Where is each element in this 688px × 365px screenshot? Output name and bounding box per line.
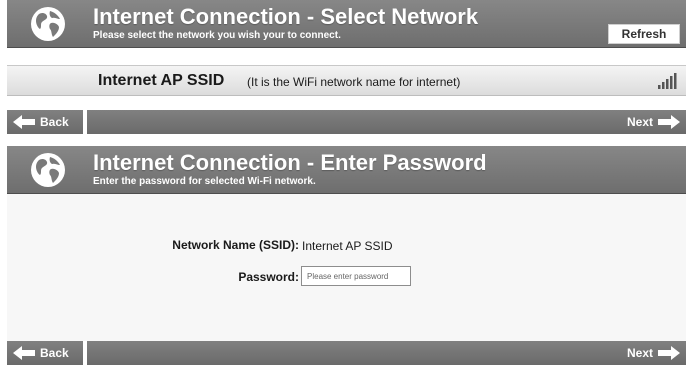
back-label: Back [40, 346, 69, 360]
password-form: Network Name (SSID): Internet AP SSID Pa… [7, 194, 686, 341]
next-label: Next [626, 115, 653, 129]
enter-password-panel: Internet Connection - Enter Password Ent… [7, 146, 686, 365]
arrow-right-icon [658, 346, 680, 360]
network-list: Internet AP SSID (It is the WiFi network… [7, 48, 686, 110]
next-button[interactable]: Next [627, 110, 680, 134]
page-subtitle: Enter the password for selected Wi-Fi ne… [93, 176, 316, 187]
arrow-left-icon [13, 346, 35, 360]
ssid-label: Network Name (SSID): [172, 238, 299, 252]
page-title: Internet Connection - Select Network [93, 4, 479, 29]
back-button[interactable]: Back [13, 110, 69, 134]
enter-password-footer: Back Next [7, 341, 686, 365]
enter-password-header: Internet Connection - Enter Password Ent… [7, 146, 686, 194]
ssid-value: Internet AP SSID [302, 239, 393, 253]
select-network-header: Internet Connection - Select Network Ple… [7, 0, 686, 48]
next-label: Next [626, 346, 653, 360]
network-item[interactable]: Internet AP SSID (It is the WiFi network… [7, 65, 686, 96]
back-label: Back [40, 115, 69, 129]
signal-strength-icon [658, 73, 677, 89]
globe-icon [31, 7, 65, 41]
globe-icon [31, 153, 65, 187]
page-title: Internet Connection - Enter Password [93, 150, 487, 175]
arrow-left-icon [13, 115, 35, 129]
refresh-button[interactable]: Refresh [608, 24, 680, 44]
back-button[interactable]: Back [13, 341, 69, 365]
footer-divider [83, 341, 87, 365]
password-label: Password: [238, 270, 299, 284]
page-subtitle: Please select the network you wish your … [93, 30, 341, 41]
network-ssid: Internet AP SSID [98, 72, 225, 89]
arrow-right-icon [658, 115, 680, 129]
footer-divider [83, 110, 87, 134]
password-input[interactable] [301, 266, 411, 286]
select-network-panel: Internet Connection - Select Network Ple… [7, 0, 686, 134]
select-network-footer: Back Next [7, 110, 686, 134]
network-note: (It is the WiFi network name for interne… [247, 75, 461, 89]
next-button[interactable]: Next [627, 341, 680, 365]
